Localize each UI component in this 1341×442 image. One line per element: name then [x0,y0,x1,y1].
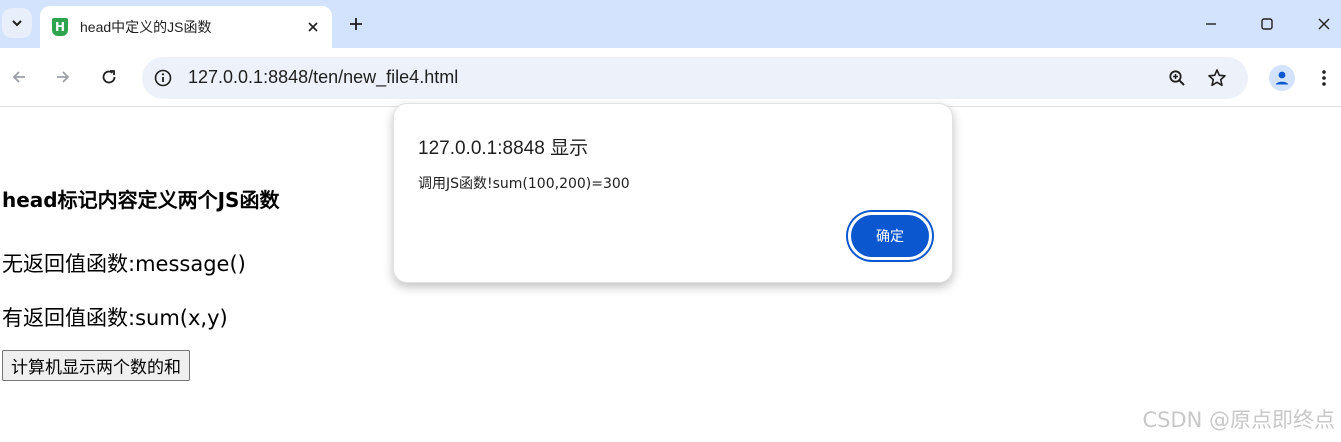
favicon-letter: H [54,20,66,34]
profile-button[interactable] [1269,65,1295,91]
hbuilder-favicon-icon: H [52,18,68,36]
plus-icon [350,18,362,30]
dialog-message: 调用JS函数!sum(100,200)=300 [418,176,630,192]
close-icon [308,22,318,32]
zoom-icon [1169,70,1185,86]
tab-title: head中定义的JS函数 [80,19,212,35]
dialog-ok-button[interactable]: 确定 [848,212,932,260]
alert-dialog: 127.0.0.1:8848 显示 调用JS函数!sum(100,200)=30… [393,103,953,283]
bookmark-button[interactable] [1206,67,1228,89]
text-sum-function: 有返回值函数:sum(x,y) [2,306,228,330]
csdn-watermark: CSDN @原点即终点 [1142,408,1335,432]
dialog-title: 127.0.0.1:8848 显示 [418,138,589,159]
address-bar[interactable]: 127.0.0.1:8848/ten/new_file4.html [142,57,1248,99]
zoom-button[interactable] [1166,67,1188,89]
tab-active[interactable]: H head中定义的JS函数 [40,6,332,48]
star-icon [1208,69,1226,87]
url-text[interactable]: 127.0.0.1:8848/ten/new_file4.html [188,67,458,88]
page-heading: head标记内容定义两个JS函数 [2,188,280,212]
person-icon [1275,71,1289,85]
new-tab-button[interactable] [342,10,370,38]
kebab-menu-icon [1322,70,1326,86]
close-icon [1318,18,1330,30]
tab-search-button[interactable] [2,8,32,38]
maximize-button[interactable] [1253,10,1281,38]
arrow-right-icon [57,71,70,83]
browser-menu-button[interactable] [1314,64,1334,92]
minimize-button[interactable] [1197,10,1225,38]
maximize-icon [1261,18,1273,30]
close-tab-button[interactable] [304,18,322,36]
reload-button[interactable] [94,62,124,92]
info-icon [154,69,172,87]
site-info-button[interactable] [152,67,174,89]
close-window-button[interactable] [1310,10,1338,38]
browser-toolbar: 127.0.0.1:8848/ten/new_file4.html [0,48,1341,107]
arrow-left-icon [12,71,25,83]
compute-sum-button[interactable]: 计算机显示两个数的和 [2,350,190,381]
back-button[interactable] [4,62,34,92]
reload-icon [102,70,116,84]
text-message-function: 无返回值函数:message() [2,252,246,276]
tab-strip: H head中定义的JS函数 [0,0,1341,48]
minimize-icon [1206,23,1216,25]
chevron-down-icon [12,20,22,27]
forward-button[interactable] [48,62,78,92]
